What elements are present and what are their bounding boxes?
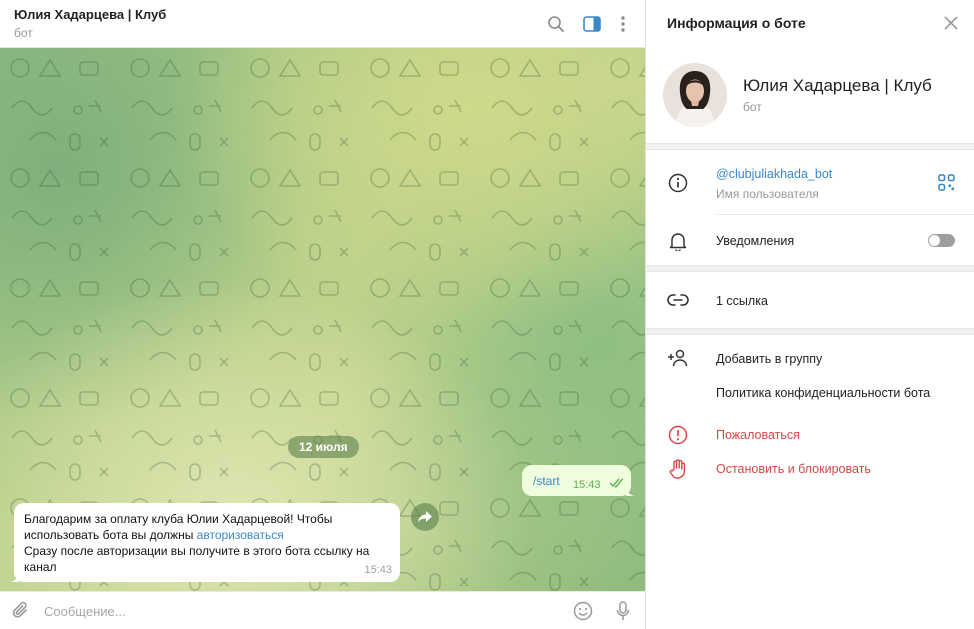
chat-header: Юлия Хадарцева | Клуб бот bbox=[0, 0, 645, 48]
message-input[interactable] bbox=[44, 600, 544, 622]
section-divider bbox=[646, 328, 974, 335]
link-icon bbox=[667, 294, 689, 306]
incoming-message: Благодарим за оплату клуба Юлии Хадарцев… bbox=[9, 503, 400, 582]
incoming-message-line: Благодарим за оплату клуба Юлии Хадарцев… bbox=[24, 512, 333, 526]
forward-arrow-icon bbox=[418, 511, 432, 523]
search-icon bbox=[548, 16, 564, 32]
incoming-message-line: Сразу после авторизации вы получите в эт… bbox=[24, 544, 370, 558]
username-label: Имя пользователя bbox=[716, 187, 819, 201]
voice-message-button[interactable] bbox=[611, 599, 635, 623]
notifications-toggle[interactable] bbox=[928, 234, 955, 247]
info-panel-title: Информация о боте bbox=[667, 15, 806, 31]
paperclip-icon bbox=[12, 601, 27, 618]
stop-hand-icon bbox=[669, 459, 686, 479]
incoming-message-text: использовать бота вы должны bbox=[24, 528, 194, 542]
stop-and-block-button[interactable]: Остановить и блокировать bbox=[716, 462, 871, 476]
emoji-smile-icon bbox=[573, 601, 593, 621]
section-divider bbox=[646, 143, 974, 150]
chat-pane: Юлия Хадарцева | Клуб бот 12 июля /start… bbox=[0, 0, 645, 629]
section-divider bbox=[646, 265, 974, 272]
forward-message-button[interactable] bbox=[411, 503, 439, 531]
attach-button[interactable] bbox=[9, 599, 33, 623]
authorize-link[interactable]: авторизоваться bbox=[197, 528, 284, 542]
incoming-message-time: 15:43 bbox=[364, 564, 392, 576]
info-icon bbox=[668, 173, 688, 193]
links-row-icon bbox=[667, 289, 689, 311]
date-separator: 12 июля bbox=[288, 436, 359, 458]
sidebar-toggle-button[interactable] bbox=[580, 12, 604, 36]
links-item[interactable]: 1 ссылка bbox=[716, 294, 768, 308]
emoji-button[interactable] bbox=[571, 599, 595, 623]
profile-subtitle: бот bbox=[743, 100, 762, 114]
privacy-policy-link[interactable]: Политика конфиденциальности бота bbox=[716, 386, 930, 400]
report-button[interactable]: Пожаловаться bbox=[716, 428, 800, 442]
chat-title[interactable]: Юлия Хадарцева | Клуб bbox=[14, 7, 166, 22]
report-alert-icon bbox=[668, 425, 688, 445]
bot-username-link[interactable]: @clubjuliakhada_bot bbox=[716, 167, 832, 181]
bot-info-panel: Информация о боте Юлия Хадарцева | Клуб … bbox=[645, 0, 974, 629]
add-to-group-button[interactable]: Добавить в группу bbox=[716, 352, 822, 366]
add-user-icon bbox=[668, 349, 688, 367]
chat-background: 12 июля /start 15:43 Благодарим за оплат… bbox=[0, 48, 645, 591]
sidebar-toggle-icon bbox=[583, 16, 601, 32]
bubble-tail-icon bbox=[9, 572, 19, 582]
outgoing-message-time: 15:43 bbox=[573, 479, 601, 491]
notifications-row-icon bbox=[667, 230, 689, 252]
incoming-message-line: канал bbox=[24, 560, 57, 574]
add-group-row-icon bbox=[667, 347, 689, 369]
outgoing-message[interactable]: /start 15:43 bbox=[522, 465, 636, 496]
avatar[interactable] bbox=[663, 63, 727, 127]
block-row-icon bbox=[667, 458, 689, 480]
double-check-icon bbox=[609, 478, 624, 488]
report-row-icon bbox=[667, 424, 689, 446]
row-separator bbox=[716, 214, 974, 215]
more-vertical-icon bbox=[621, 16, 625, 32]
search-button[interactable] bbox=[544, 12, 568, 36]
qr-code-icon[interactable] bbox=[938, 174, 955, 191]
more-menu-button[interactable] bbox=[611, 12, 635, 36]
notifications-label: Уведомления bbox=[716, 234, 795, 248]
chat-subtitle: бот bbox=[14, 26, 33, 40]
message-composer bbox=[0, 591, 645, 629]
bubble-tail-icon bbox=[626, 486, 636, 496]
bell-icon bbox=[669, 233, 687, 251]
close-icon[interactable] bbox=[942, 14, 960, 32]
incoming-message-line: использовать бота вы должны авторизовать… bbox=[24, 528, 284, 542]
info-row-icon bbox=[667, 172, 689, 194]
profile-name: Юлия Хадарцева | Клуб bbox=[743, 76, 932, 95]
toggle-knob bbox=[929, 235, 940, 246]
microphone-icon bbox=[616, 601, 630, 620]
outgoing-message-text[interactable]: /start bbox=[533, 474, 560, 488]
